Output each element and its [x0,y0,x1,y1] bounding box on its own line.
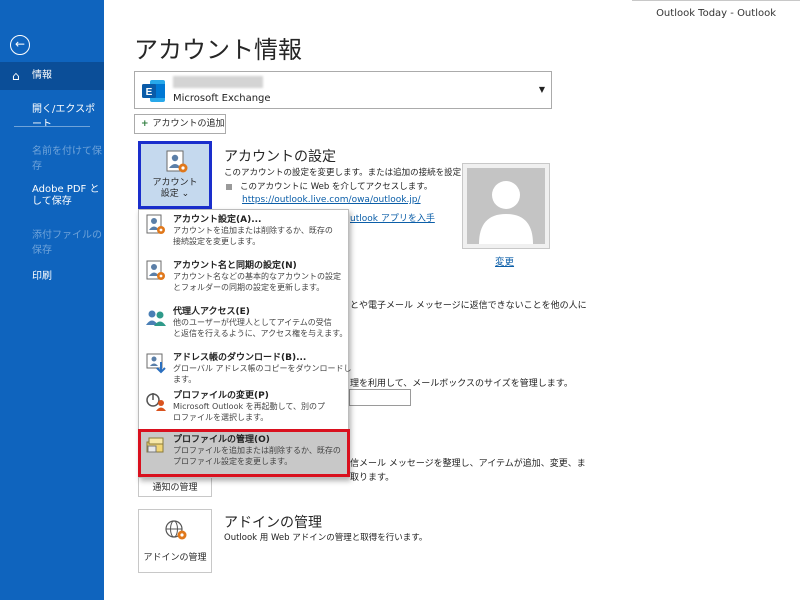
menu-item-description: アカウントを追加または削除するか、既存の 接続設定を変更します。 [173,226,333,246]
page-title: アカウント情報 [134,36,302,64]
web-access-bullet: このアカウントに Web を介してアクセスします。 [226,180,432,192]
bullet-icon [226,183,232,190]
sidebar-divider [14,126,90,127]
manage-notifications-label: 通知の管理 [152,483,198,493]
avatar [467,168,545,244]
sidebar-item-label: 添付ファイルの保存 [32,230,102,256]
sidebar-item-save-attachments: 添付ファイルの保存 [0,226,104,256]
account-settings-icon [166,150,188,173]
menu-item-description: 他のユーザーが代理人としてアイテムの受信 と返信を行えるように、アクセス権を与えま… [173,318,348,338]
menu-item-manage-profiles[interactable]: プロファイルの管理(O) プロファイルを追加または削除するか、既存の プロファイル… [139,430,348,477]
sidebar-item-save-pdf[interactable]: Adobe PDF として保存 [0,184,104,208]
menu-item-title: プロファイルの変更(P) [173,391,269,401]
delegate-description: とや電子メール メッセージに返信できないことを他の人に [350,301,587,311]
menu-item-description: プロファイルを追加または削除するか、既存の プロファイル設定を変更します。 [173,446,341,466]
mailbox-description: 理を利用して、メールボックスのサイズを管理します。 [350,379,573,389]
person-icon [479,181,533,244]
mailbox-size-field [349,389,411,406]
window-title: Outlook Today - Outlook [656,8,776,19]
menu-item-account-settings[interactable]: アカウント設定(A)... アカウントを追加または削除するか、既存の 接続設定を変… [139,210,348,256]
add-account-button[interactable]: + アカウントの追加 [134,114,226,134]
menu-item-title: プロファイルの管理(O) [173,435,270,445]
account-type: Microsoft Exchange [173,93,271,104]
titlebar-divider [632,0,800,1]
account-settings-description: このアカウントの設定を変更します。または追加の接続を設定します。 [224,168,495,178]
account-email-redacted [173,76,263,88]
account-sync-icon [146,260,165,280]
account-settings-label: アカウント 設定 ⌄ [141,178,209,200]
plus-icon: + [141,119,149,129]
sidebar-item-print[interactable]: 印刷 [0,267,104,282]
address-book-download-icon [146,353,166,374]
account-settings-icon [146,214,165,234]
menu-item-title: アカウント名と同期の設定(N) [173,261,297,271]
exchange-logo-icon: E [142,80,165,102]
sidebar-item-label: Adobe PDF として保存 [32,184,100,207]
change-photo-link[interactable]: 変更 [495,254,514,268]
profile-photo [462,163,550,249]
label-line-2: 設定 ⌄ [160,189,190,199]
menu-item-description: アカウント名などの基本的なアカウントの設定 とフォルダーの同期の設定を更新します。 [173,272,341,292]
globe-gear-icon [165,520,187,540]
sidebar-item-label: 印刷 [32,271,52,282]
delegate-icon [146,310,166,326]
owa-link[interactable]: https://outlook.live.com/owa/outlook.jp/ [242,195,421,205]
menu-item-title: アドレス帳のダウンロード(B)... [173,353,307,363]
profile-manage-icon [146,437,164,453]
sidebar-item-label: 情報 [32,70,52,81]
outlook-app-link[interactable]: utlook アプリを入手 [350,211,435,224]
menu-item-description: グローバル アドレス帳のコピーをダウンロードし ます。 [173,364,352,384]
account-settings-title: アカウントの設定 [224,149,336,165]
account-settings-button[interactable]: アカウント 設定 ⌄ [138,141,212,209]
profile-change-icon [146,393,166,411]
bullet-text: このアカウントに Web を介してアクセスします。 [240,182,433,192]
sidebar: ← ⌂ 情報 開く/エクスポート 名前を付けて保存 Adobe PDF として保… [0,0,104,600]
sidebar-item-info[interactable]: ⌂ 情報 [0,62,104,90]
add-account-label: アカウントの追加 [152,119,225,129]
menu-item-title: 代理人アクセス(E) [173,307,250,317]
rules-description-line2: 取ります。 [350,473,395,483]
menu-item-change-profile[interactable]: プロファイルの変更(P) Microsoft Outlook を再起動して、別の… [139,386,348,432]
dropdown-arrow-icon: ▼ [538,85,545,94]
home-icon: ⌂ [12,69,20,83]
menu-item-delegate-access[interactable]: 代理人アクセス(E) 他のユーザーが代理人としてアイテムの受信 と返信を行えるよう… [139,302,348,348]
svg-text:E: E [146,87,153,98]
label-line-1: アカウント [152,178,198,188]
manage-addins-label: アドインの管理 [143,553,207,563]
menu-item-title: アカウント設定(A)... [173,215,262,225]
addin-section-title: アドインの管理 [224,515,322,531]
account-settings-menu: アカウント設定(A)... アカウントを追加または削除するか、既存の 接続設定を変… [138,209,352,478]
account-selector[interactable]: E Microsoft Exchange ▼ [134,71,552,109]
addin-section-description: Outlook 用 Web アドインの管理と取得を行います。 [224,533,428,543]
sidebar-item-save-as: 名前を付けて保存 [0,142,104,172]
menu-item-description: Microsoft Outlook を再起動して、別のプ ロファイルを選択します。 [173,402,325,422]
menu-item-account-name-sync[interactable]: アカウント名と同期の設定(N) アカウント名などの基本的なアカウントの設定 とフォ… [139,256,348,302]
rules-description-line1: 信メール メッセージを整理し、アイテムが追加、変更、ま [350,459,586,469]
sidebar-item-label: 名前を付けて保存 [32,146,102,172]
manage-addins-button[interactable]: アドインの管理 [138,509,212,573]
back-arrow-icon[interactable]: ← [10,35,30,55]
